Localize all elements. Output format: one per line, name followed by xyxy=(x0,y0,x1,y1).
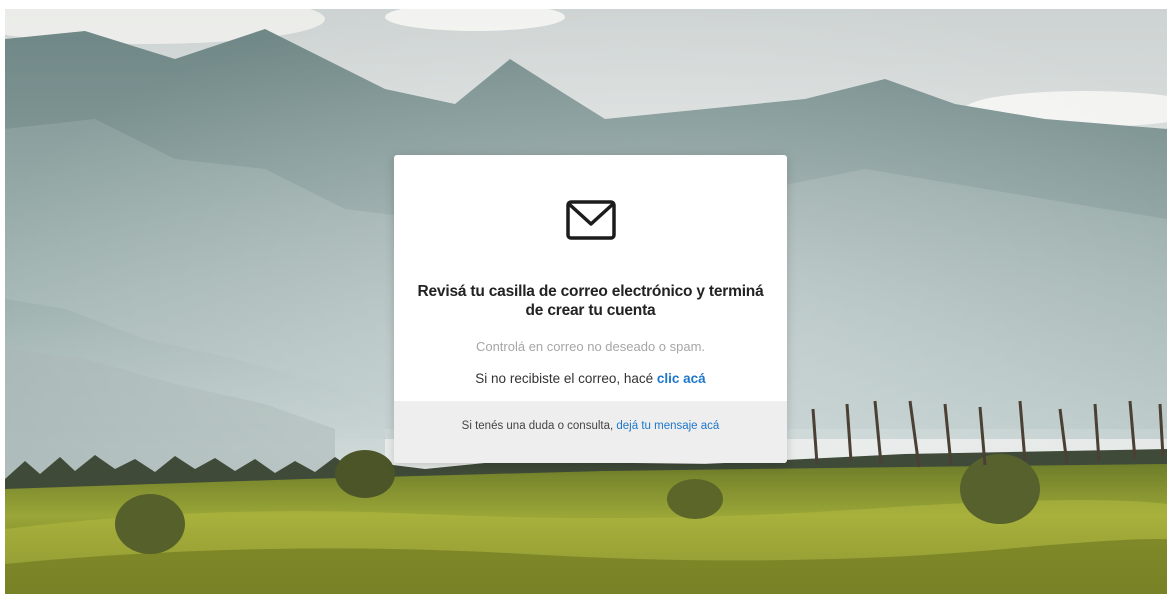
card-title-line-2: de crear tu cuenta xyxy=(525,302,656,319)
help-prefix: Si tenés una duda o consulta, xyxy=(461,420,617,432)
verification-card: Revisá tu casilla de correo electrónico … xyxy=(394,155,787,463)
resend-line: Si no recibiste el correo, hacé clic acá xyxy=(394,371,787,386)
spam-hint: Controlá en correo no deseado o spam. xyxy=(475,339,706,354)
help-footer: Si tenés una duda o consulta, dejá tu me… xyxy=(394,401,787,463)
page-frame: Revisá tu casilla de correo electrónico … xyxy=(5,9,1167,594)
resend-link[interactable]: clic acá xyxy=(657,371,706,386)
contact-link[interactable]: dejá tu mensaje acá xyxy=(616,420,719,432)
envelope-icon xyxy=(564,196,618,244)
resend-prefix: Si no recibiste el correo, hacé xyxy=(475,371,657,386)
card-title: Revisá tu casilla de correo electrónico … xyxy=(406,282,775,320)
card-title-line-1: Revisá tu casilla de correo electrónico … xyxy=(417,283,764,300)
